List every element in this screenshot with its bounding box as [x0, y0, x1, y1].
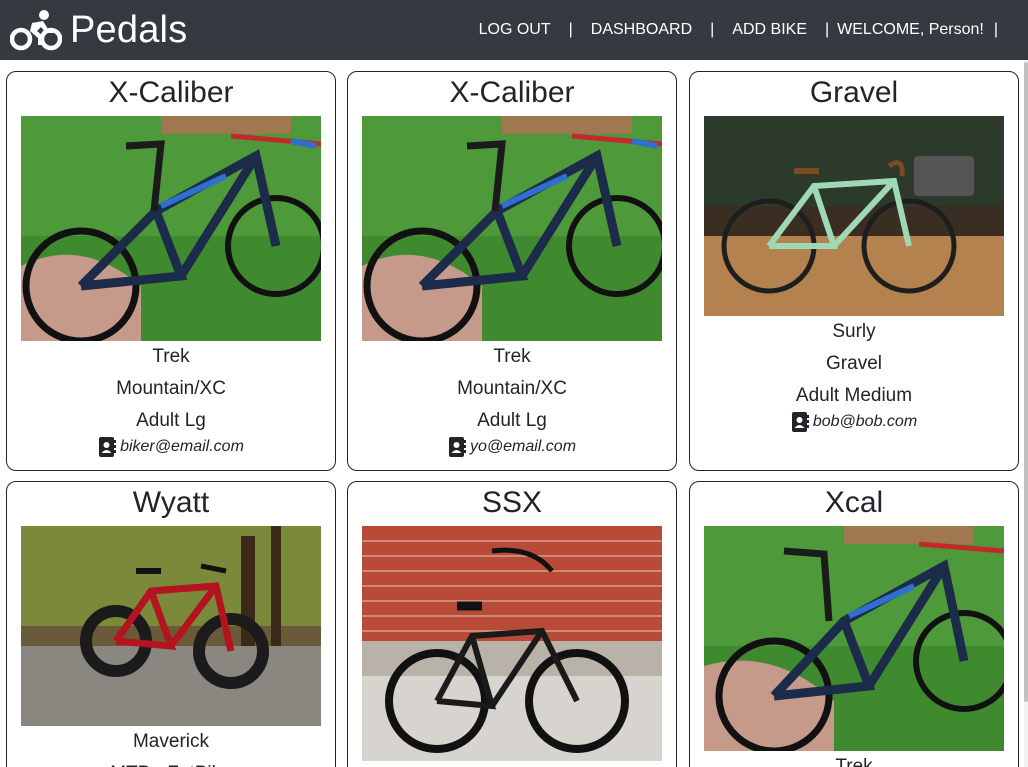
fat-bike-photo	[21, 526, 321, 726]
owner-email[interactable]: bob@bob.com	[813, 413, 917, 431]
welcome-text: WELCOME, Person!	[837, 21, 984, 38]
bike-brand: Trek	[493, 346, 531, 367]
address-book-icon	[448, 437, 466, 457]
bike-brand: Trek	[152, 346, 190, 367]
bike-card[interactable]: Gravel Surly Gravel Adult Medium bob@bob…	[689, 71, 1019, 471]
owner-email[interactable]: yo@email.com	[470, 438, 576, 456]
bike-title: X-Caliber	[449, 76, 575, 109]
brand[interactable]: Pedals	[10, 9, 187, 51]
bicycle-rider-icon	[10, 10, 62, 51]
gravel-bike-photo	[704, 116, 1004, 316]
brand-name: Pedals	[70, 9, 188, 51]
mountain-bike-photo	[21, 116, 321, 341]
bike-title: SSX	[481, 486, 543, 519]
bike-title: Xcal	[824, 486, 884, 519]
bike-type: MTB - FatBike	[7, 758, 335, 767]
add-bike-link[interactable]: ADD BIKE	[732, 21, 807, 39]
bike-title: Wyatt	[132, 486, 210, 519]
nav-links: LOG OUT | DASHBOARD | ADD BIKE | WELCOME…	[479, 21, 1018, 39]
bike-title: Gravel	[809, 76, 899, 109]
owner-contact[interactable]: yo@email.com	[348, 437, 676, 457]
bike-card[interactable]: Wyatt Maverick MTB - FatBike	[6, 481, 336, 767]
navbar: Pedals LOG OUT | DASHBOARD | ADD BIKE | …	[0, 0, 1028, 60]
bike-size: Adult Medium	[795, 385, 913, 406]
owner-email[interactable]: biker@email.com	[120, 438, 244, 456]
bike-type: Mountain/XC	[116, 378, 226, 399]
bike-card[interactable]: X-Caliber Trek Mountain/XC Adult Lg	[347, 71, 677, 471]
bike-type: Mountain/XC	[457, 378, 567, 399]
bike-card[interactable]: SSX	[347, 481, 677, 767]
owner-contact[interactable]: bob@bob.com	[690, 412, 1018, 432]
nav-separator: |	[710, 21, 715, 38]
bike-title: X-Caliber	[108, 76, 234, 109]
mountain-bike-photo	[362, 116, 662, 341]
mountain-bike-photo	[704, 526, 1004, 751]
logout-link[interactable]: LOG OUT	[479, 21, 551, 39]
bike-card[interactable]: X-Caliber Trek Mountain/XC Adult Lg	[6, 71, 336, 471]
bike-size: Adult Lg	[136, 410, 206, 431]
nav-separator: |	[568, 21, 573, 38]
bike-brand: Maverick	[132, 731, 209, 752]
address-book-icon	[99, 437, 117, 457]
nav-separator: |	[824, 21, 830, 38]
address-book-icon	[791, 412, 809, 432]
nav-separator: |	[993, 21, 998, 38]
bike-brand: Trek	[835, 756, 873, 767]
bike-size: Adult Lg	[477, 410, 547, 431]
bike-card[interactable]: Xcal Trek	[689, 481, 1019, 767]
owner-contact[interactable]: biker@email.com	[7, 437, 335, 457]
bike-type: Gravel	[826, 353, 882, 374]
scrollbar-thumb[interactable]	[1024, 62, 1028, 702]
cruiser-bike-photo	[362, 526, 662, 761]
dashboard-link[interactable]: DASHBOARD	[591, 21, 692, 39]
bike-brand: Surly	[832, 321, 876, 342]
